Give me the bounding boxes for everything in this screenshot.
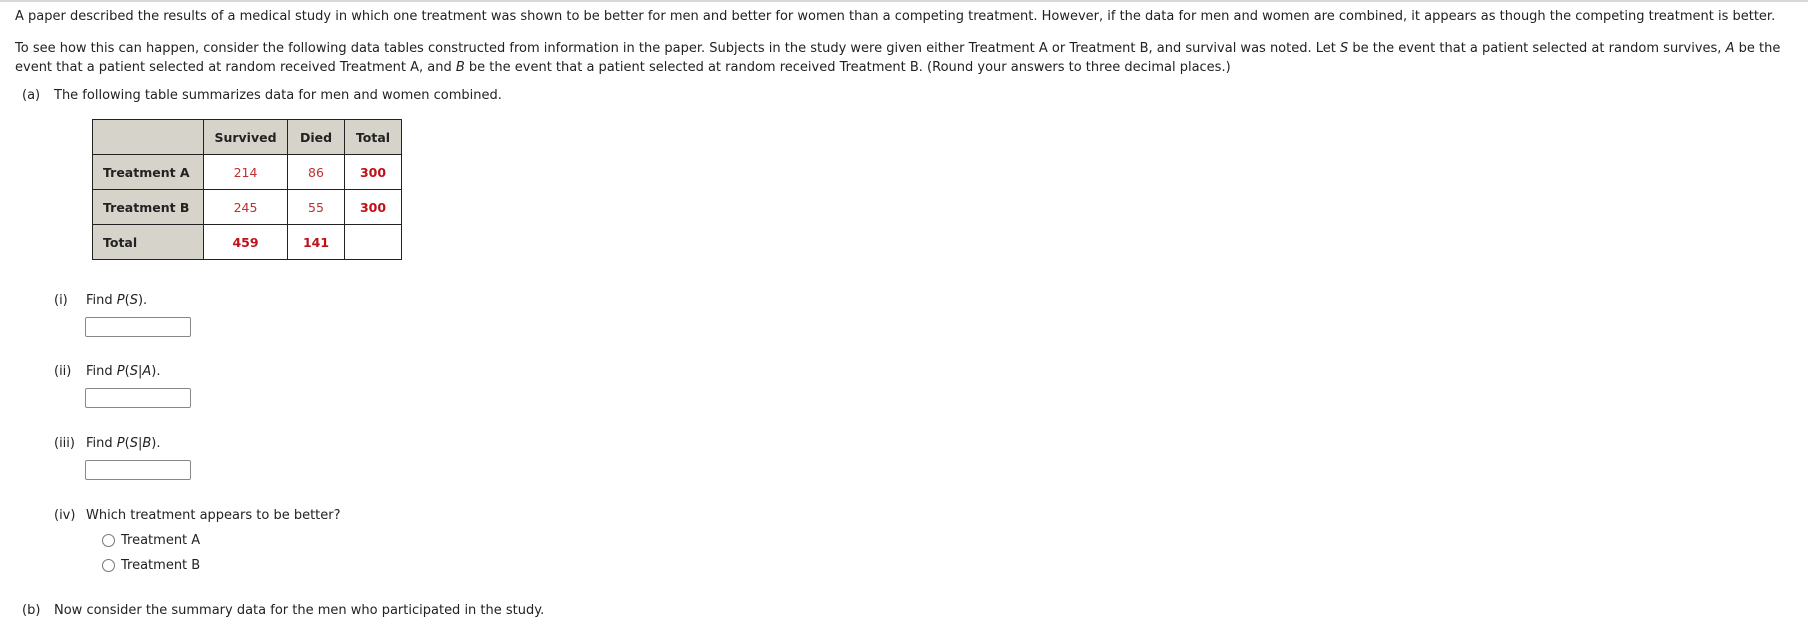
row-header-total: Total <box>92 224 204 260</box>
question-iv-text: Which treatment appears to be better? <box>86 508 341 523</box>
question-iv-number: (iv) <box>54 508 76 523</box>
question-ii-text: Find P(S|A). <box>86 364 160 379</box>
var-s: S <box>129 364 138 379</box>
text: be the event that a patient selected at … <box>464 60 1231 75</box>
corner-cell <box>92 119 204 155</box>
question-iii-number: (iii) <box>54 436 75 451</box>
text: To see how this can happen, consider the… <box>15 41 1340 56</box>
text: ). <box>137 293 148 308</box>
text: event that a patient selected at random … <box>15 60 456 75</box>
var-s: S <box>129 436 138 451</box>
part-b-text: Now consider the summary data for the me… <box>54 603 545 618</box>
var-p: P <box>116 436 125 451</box>
part-a-label: (a) <box>22 88 41 103</box>
part-b-label: (b) <box>22 603 41 618</box>
radio-label: Treatment B <box>121 558 201 573</box>
combined-data-table: Survived Died Total Treatment A 214 86 3… <box>92 119 402 260</box>
radio-option-treatment-b[interactable]: Treatment B <box>102 558 200 573</box>
col-header-total: Total <box>344 119 402 155</box>
radio-button[interactable] <box>102 534 115 547</box>
question-iii-text: Find P(S|B). <box>86 436 161 451</box>
intro-paragraph-3: event that a patient selected at random … <box>15 58 1231 77</box>
var-s: S <box>129 293 138 308</box>
cell-a-survived: 214 <box>203 154 288 190</box>
answer-input-p-s-given-a[interactable] <box>85 388 191 408</box>
row-header-treatment-a: Treatment A <box>92 154 204 190</box>
text: Find <box>86 293 117 308</box>
cell-total-survived: 459 <box>203 224 288 260</box>
question-i-number: (i) <box>54 293 68 308</box>
question-i-text: Find P(S). <box>86 293 147 308</box>
table-row: Treatment B 245 55 300 <box>92 189 402 225</box>
cell-a-total: 300 <box>344 154 402 190</box>
intro-paragraph-2: To see how this can happen, consider the… <box>15 39 1780 58</box>
radio-option-treatment-a[interactable]: Treatment A <box>102 533 200 548</box>
var-p: P <box>116 364 125 379</box>
var-s: S <box>1339 41 1349 56</box>
question-ii-number: (ii) <box>54 364 72 379</box>
text: be the <box>1734 41 1781 56</box>
var-p: P <box>116 293 125 308</box>
col-header-died: Died <box>287 119 345 155</box>
cell-total-died: 141 <box>287 224 345 260</box>
cell-b-total: 300 <box>344 189 402 225</box>
text: Find <box>86 436 117 451</box>
table-row: Treatment A 214 86 300 <box>92 154 402 190</box>
text: ). <box>151 436 161 451</box>
col-header-survived: Survived <box>203 119 288 155</box>
table-row: Total 459 141 <box>92 224 402 260</box>
radio-button[interactable] <box>102 559 115 572</box>
table-header-row: Survived Died Total <box>92 119 402 155</box>
part-a-text: The following table summarizes data for … <box>54 88 502 103</box>
text: be the event that a patient selected at … <box>1348 41 1726 56</box>
answer-input-p-s-given-b[interactable] <box>85 460 191 480</box>
row-header-treatment-b: Treatment B <box>92 189 204 225</box>
cell-total-total <box>344 224 402 260</box>
var-a: A <box>142 364 152 379</box>
cell-b-died: 55 <box>287 189 345 225</box>
answer-input-p-s[interactable] <box>85 317 191 337</box>
radio-label: Treatment A <box>121 533 201 548</box>
var-b: B <box>455 60 465 75</box>
intro-paragraph: A paper described the results of a medic… <box>15 9 1776 24</box>
text: Find <box>86 364 117 379</box>
cell-b-survived: 245 <box>203 189 288 225</box>
text: ). <box>151 364 161 379</box>
var-b: B <box>142 436 152 451</box>
cell-a-died: 86 <box>287 154 345 190</box>
